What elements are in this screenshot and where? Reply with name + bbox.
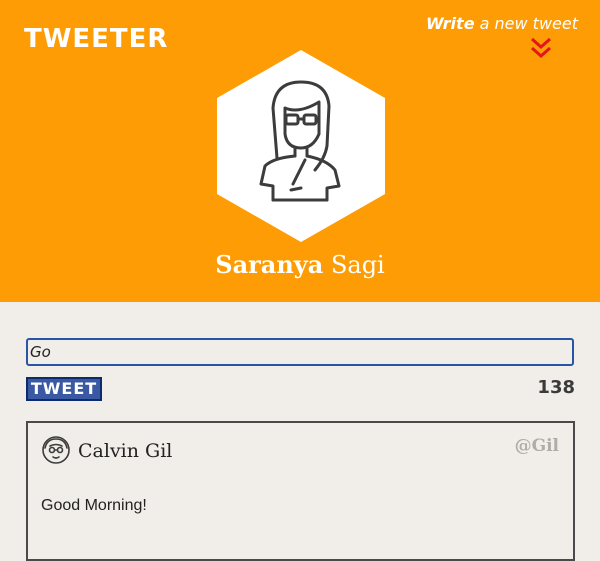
woman-avatar-icon (217, 50, 385, 242)
profile-header: TWEETER Write a new tweet Saranya Sagi (0, 0, 600, 302)
write-new-tweet-link[interactable]: Write a new tweet (426, 14, 578, 33)
app-logo: TWEETER (24, 24, 169, 54)
write-link-rest[interactable]: a new tweet (475, 14, 578, 33)
double-chevron-down-icon[interactable] (529, 36, 553, 60)
man-avatar-icon (42, 436, 70, 464)
char-counter: 138 (537, 377, 575, 398)
tweet-button[interactable]: TWEET (26, 377, 102, 401)
profile-first-name: Saranya (215, 250, 324, 279)
tweet-author-name: Calvin Gil (78, 440, 173, 462)
write-link-bold[interactable]: Write (426, 14, 475, 33)
tweet-input[interactable]: Go (26, 338, 574, 366)
tweet-text: Good Morning! (41, 497, 147, 514)
profile-last-name: Sagi (330, 251, 385, 279)
tweet-author-handle: @Gil (514, 436, 559, 456)
tweet-card: Calvin Gil @Gil Good Morning! (26, 421, 575, 561)
profile-name: Saranya Sagi (0, 250, 600, 279)
